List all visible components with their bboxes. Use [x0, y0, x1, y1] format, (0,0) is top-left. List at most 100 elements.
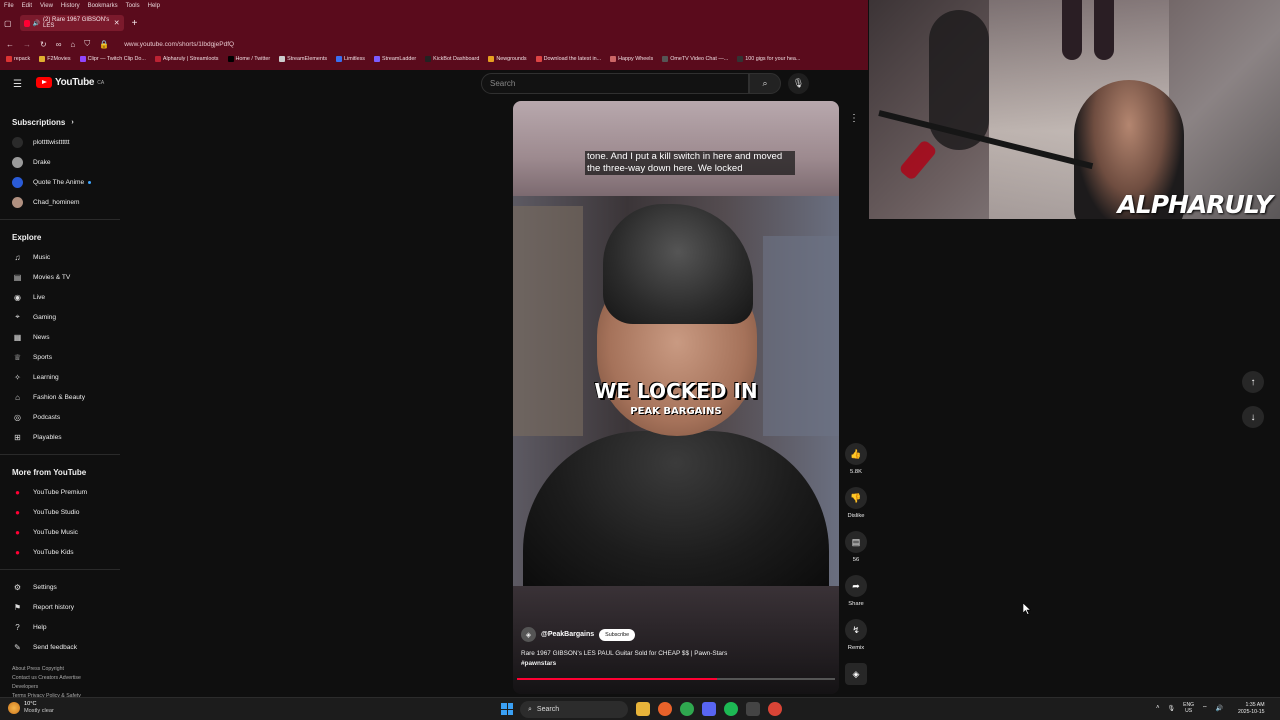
search-input[interactable] [490, 79, 730, 88]
sidebar-item-report-history[interactable]: ⚑ Report history [0, 597, 120, 617]
sidebar-item-subscription[interactable]: Chad_hominem [0, 192, 120, 212]
sidebar-item-premium[interactable]: ● YouTube Premium [0, 482, 120, 502]
extension-icon[interactable]: ∞ [56, 40, 62, 49]
sidebar-item-news[interactable]: ▦ News [0, 327, 120, 347]
clock[interactable]: 1:35 AM 2025-10-15 [1238, 702, 1265, 716]
menu-edit[interactable]: Edit [22, 3, 32, 9]
comments-button[interactable]: ▤ [845, 531, 867, 553]
shield-icon[interactable]: ⛉ [84, 39, 90, 49]
menu-file[interactable]: File [4, 3, 14, 9]
dislike-label: Dislike [847, 513, 865, 519]
footer-links[interactable]: Developers [12, 683, 120, 692]
sidebar-item-fashion[interactable]: ⌂ Fashion & Beauty [0, 387, 120, 407]
sidebar-item-subscription[interactable]: Drake [0, 152, 120, 172]
home-icon[interactable]: ⌂ [70, 40, 75, 49]
taskbar-search[interactable]: ⌕ Search [520, 701, 628, 718]
sound-button[interactable]: ◈ [845, 663, 867, 685]
sidebar-item-gaming[interactable]: ⌖ Gaming [0, 307, 120, 327]
bookmark-item[interactable]: 100 gigs for your hea... [737, 56, 800, 62]
sidebar-item-studio[interactable]: ● YouTube Studio [0, 502, 120, 522]
firefox-icon[interactable] [658, 702, 672, 716]
search-button[interactable]: ⌕ [749, 73, 781, 94]
bookmark-item[interactable]: Newgrounds [488, 56, 527, 62]
channel-name[interactable]: @PeakBargains [541, 631, 594, 638]
tab-close-icon[interactable]: ✕ [114, 19, 120, 27]
discord-icon[interactable] [702, 702, 716, 716]
sidebar-item-live[interactable]: ◉ Live [0, 287, 120, 307]
bookmark-item[interactable]: StreamElements [279, 56, 327, 62]
language-indicator[interactable]: ENG US [1183, 702, 1194, 714]
reload-icon[interactable]: ↻ [40, 40, 47, 49]
share-label: Share [848, 601, 864, 607]
next-short-button[interactable]: ↓ [1242, 406, 1264, 428]
mic-icon[interactable]: 🎙 [1168, 705, 1176, 712]
sidebar-item-learning[interactable]: ✧ Learning [0, 367, 120, 387]
skateboard-decoration [1062, 0, 1082, 60]
previous-short-button[interactable]: ↑ [1242, 371, 1264, 393]
sidebar-item-sports[interactable]: ♕ Sports [0, 347, 120, 367]
tab-list-icon[interactable]: ▢ [4, 19, 12, 28]
sidebar-item-movies[interactable]: ▤ Movies & TV [0, 267, 120, 287]
bookmark-item[interactable]: repack [6, 56, 30, 62]
file-explorer-icon[interactable] [636, 702, 650, 716]
sidebar-item-feedback[interactable]: ✎ Send feedback [0, 637, 120, 657]
new-tab-icon[interactable]: + [132, 18, 138, 29]
sidebar-item-playables[interactable]: ⊞ Playables [0, 427, 120, 447]
remix-button[interactable]: ↯ [845, 619, 867, 641]
like-button[interactable]: 👍 [845, 443, 867, 465]
sidebar-item-subscription[interactable]: plottttwistttttt [0, 132, 120, 152]
sidebar-item-settings[interactable]: ⚙ Settings [0, 577, 120, 597]
sidebar-item-subscription[interactable]: Quote The Anime [0, 172, 120, 192]
sidebar: Subscriptions › plottttwistttttt Drake Qu… [0, 112, 120, 701]
forward-icon[interactable]: → [23, 40, 31, 49]
sidebar-item-music[interactable]: ♫ Music [0, 247, 120, 267]
bookmark-item[interactable]: Home / Twitter [227, 56, 270, 62]
menu-history[interactable]: History [61, 3, 80, 9]
menu-view[interactable]: View [40, 3, 53, 9]
sidebar-item-help[interactable]: ? Help [0, 617, 120, 637]
menu-icon[interactable]: ☰ [13, 79, 22, 90]
dislike-button[interactable]: 👎 [845, 487, 867, 509]
bookmark-item[interactable]: Alpharuly | Streamloots [154, 56, 219, 62]
footer-links[interactable]: Contact us Creators Advertise [12, 674, 120, 683]
channel-avatar[interactable]: ◈ [521, 627, 536, 642]
bookmark-item[interactable]: KickBot Dashboard [425, 56, 479, 62]
active-tab[interactable]: 🔊 (2) Rare 1967 GIBSON's LES ✕ [19, 15, 124, 31]
spotify-icon[interactable] [724, 702, 738, 716]
app-icon[interactable] [746, 702, 760, 716]
sidebar-item-kids[interactable]: ● YouTube Kids [0, 542, 120, 562]
chrome-icon[interactable] [768, 702, 782, 716]
menu-tools[interactable]: Tools [126, 3, 140, 9]
voice-search-button[interactable]: 🎙 [788, 73, 809, 94]
start-button[interactable] [501, 703, 513, 715]
hashtag[interactable]: #pawnstars [521, 659, 821, 669]
more-options-icon[interactable]: ⋮ [849, 113, 859, 124]
video-progress-bar[interactable] [517, 678, 835, 680]
weather-widget[interactable]: 10°C Mostly clear [8, 701, 54, 715]
youtube-logo[interactable]: YouTube CA [36, 77, 104, 88]
subscriptions-heading[interactable]: Subscriptions › [0, 112, 120, 132]
url-bar[interactable]: www.youtube.com/shorts/1lbdgjePdfQ [124, 41, 234, 48]
bookmark-item[interactable]: StreamLadder [374, 56, 416, 62]
bookmark-item[interactable]: Happy Wheels [610, 56, 653, 62]
video-title[interactable]: Rare 1967 GIBSON's LES PAUL Guitar Sold … [521, 649, 821, 669]
app-icon[interactable] [680, 702, 694, 716]
shorts-player[interactable]: tone. And I put a kill switch in here an… [513, 101, 839, 694]
wifi-icon[interactable]: ⌔ [1202, 704, 1208, 712]
bookmark-item[interactable]: Download the latest in... [535, 56, 601, 62]
volume-icon[interactable]: 🔊 [1216, 705, 1223, 712]
bookmark-item[interactable]: F2Movies [39, 56, 71, 62]
bookmark-item[interactable]: Clipr — Twitch Clip Do... [79, 56, 146, 62]
menu-bookmarks[interactable]: Bookmarks [88, 3, 118, 9]
sidebar-item-music-app[interactable]: ● YouTube Music [0, 522, 120, 542]
share-button[interactable]: ➦ [845, 575, 867, 597]
sidebar-item-podcasts[interactable]: ◎ Podcasts [0, 407, 120, 427]
bookmark-item[interactable]: Limitless [336, 56, 365, 62]
bookmark-item[interactable]: OmeTV Video Chat —... [662, 56, 728, 62]
subscribe-button[interactable]: Subscribe [599, 628, 636, 641]
clock-date: 2025-10-15 [1238, 709, 1265, 715]
menu-help[interactable]: Help [148, 3, 160, 9]
back-icon[interactable]: ← [6, 40, 14, 49]
chevron-up-icon[interactable]: ˄ [1156, 705, 1160, 711]
footer-links[interactable]: About Press Copyright [12, 665, 120, 674]
